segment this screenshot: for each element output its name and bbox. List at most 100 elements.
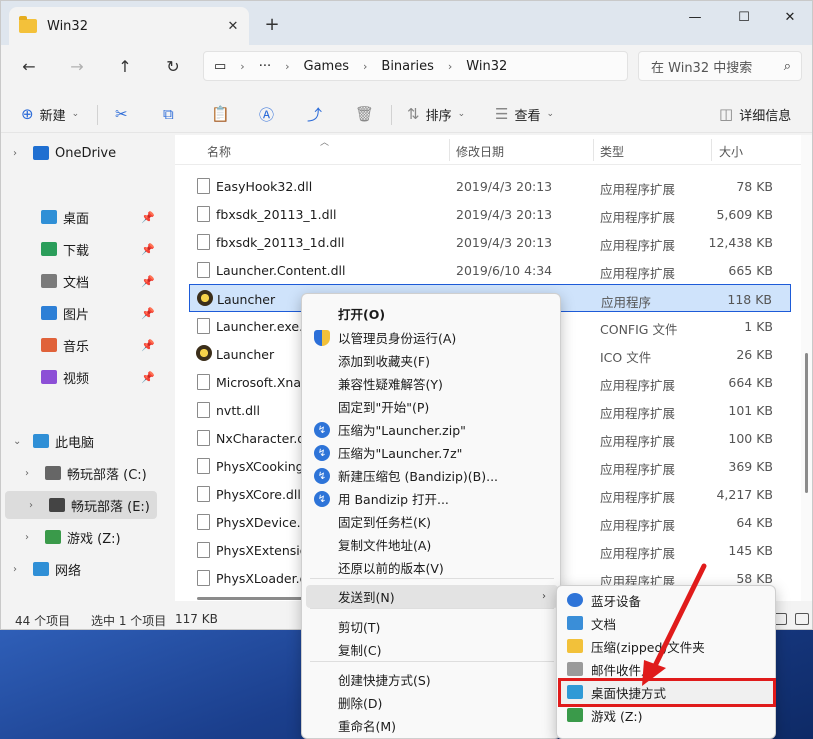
file-row[interactable]: Launcher.Content.dll 2019/6/10 4:34 应用程序扩展… (189, 256, 791, 284)
column-type[interactable]: 类型 (600, 143, 624, 160)
send-to-item[interactable]: 桌面快捷方式 (558, 678, 776, 707)
tiles-view-icon[interactable] (795, 613, 809, 625)
cut-button[interactable]: ✂ (115, 101, 134, 127)
context-menu-item[interactable]: 固定到任务栏(K) (306, 510, 558, 533)
up-arrow-icon[interactable]: ↑ (111, 53, 139, 79)
sidebar-item[interactable]: 视频 📌 (1, 363, 161, 391)
minimize-button[interactable]: — (676, 5, 714, 29)
chevron-icon[interactable]: › (13, 148, 27, 159)
send-to-item[interactable]: 邮件收件人 (561, 658, 773, 681)
sidebar-item-label: 桌面 (63, 211, 90, 227)
context-menu-item[interactable]: ↯ 压缩为"Launcher.7z" (306, 441, 558, 464)
context-menu-item[interactable]: ↯ 新建压缩包 (Bandizip)(B)... (306, 464, 558, 487)
address-bar[interactable]: ▭ › ··· › Games › Binaries › Win32 (203, 51, 628, 81)
file-row[interactable]: fbxsdk_20113_1d.dll 2019/4/3 20:13 应用程序扩展 1… (189, 228, 791, 256)
item-count: 44 个项目 (15, 614, 71, 628)
chevron-down-icon: ⌄ (71, 109, 80, 119)
file-type: 应用程序扩展 (600, 238, 676, 253)
app-icon (197, 290, 213, 306)
rename-button[interactable]: Ⓐ (259, 101, 280, 127)
context-menu-item[interactable]: 发送到(N) › (306, 585, 558, 608)
sidebar-item[interactable]: › 网络 (1, 555, 161, 583)
context-menu-item[interactable]: 删除(D) (306, 691, 558, 714)
forward-arrow-icon[interactable]: → (63, 53, 91, 79)
sidebar-item[interactable]: 音乐 📌 (1, 331, 161, 359)
new-tab-button[interactable]: + (261, 13, 283, 35)
column-size[interactable]: 大小 (719, 143, 743, 160)
sidebar-item[interactable]: › OneDrive (1, 139, 161, 167)
view-button[interactable]: ☰ 查看 ⌄ (495, 101, 554, 127)
share-button[interactable]: ⤴ (307, 101, 328, 127)
search-input[interactable]: 在 Win32 中搜索 ⌕ (638, 51, 802, 81)
shield-icon (314, 330, 330, 346)
sidebar-item[interactable]: › 畅玩部落 (C:) (1, 459, 161, 487)
send-to-item[interactable]: 蓝牙设备 (561, 589, 773, 612)
menu-item-label: 创建快捷方式(S) (338, 673, 431, 688)
file-name: PhysXCore.dll (216, 487, 301, 502)
file-name: Launcher (217, 292, 276, 307)
file-type: 应用程序扩展 (600, 518, 676, 533)
chevron-icon[interactable]: ⌄ (13, 436, 27, 447)
send-to-item[interactable]: 游戏 (Z:) (561, 704, 773, 727)
chevron-icon[interactable]: › (25, 532, 39, 543)
search-placeholder: 在 Win32 中搜索 (651, 60, 753, 76)
context-menu-item[interactable]: 打开(O) (306, 302, 558, 325)
copy-button[interactable]: ⧉ (163, 101, 180, 127)
sidebar-item[interactable]: 桌面 📌 (1, 203, 161, 231)
sidebar-item[interactable]: 下载 📌 (1, 235, 161, 263)
breadcrumb-games[interactable]: Games (304, 59, 349, 74)
sidebar-item[interactable]: 文档 📌 (1, 267, 161, 295)
context-menu-item[interactable]: 固定到"开始"(P) (306, 395, 558, 418)
clipboard-icon: 📋 (211, 105, 230, 123)
sidebar-item[interactable]: › 游戏 (Z:) (1, 523, 161, 551)
network-icon (33, 562, 49, 576)
chevron-icon[interactable]: › (25, 468, 39, 479)
details-pane-button[interactable]: ◫ 详细信息 (719, 101, 791, 127)
refresh-icon[interactable]: ↻ (159, 53, 187, 79)
selection-size: 117 KB (175, 612, 218, 626)
breadcrumb-ellipsis[interactable]: ··· (259, 59, 271, 74)
context-menu-item[interactable]: 兼容性疑难解答(Y) (306, 372, 558, 395)
tab-win32[interactable]: Win32 ✕ (9, 7, 249, 45)
file-row[interactable]: EasyHook32.dll 2019/4/3 20:13 应用程序扩展 78 KB (189, 172, 791, 200)
chevron-icon[interactable]: › (29, 500, 43, 511)
send-to-item[interactable]: 文档 (561, 612, 773, 635)
navigation-pane: › OneDrive 桌面 📌 下载 📌 文档 📌 图片 📌 音乐 📌 视频 📌 ⌄ 此电脑 › 畅玩部落 (C:… (1, 135, 167, 599)
file-name: EasyHook32.dll (216, 179, 313, 194)
context-menu-item[interactable]: 还原以前的版本(V) (306, 556, 558, 579)
context-menu-item[interactable]: 以管理员身份运行(A) (306, 326, 558, 349)
breadcrumb-win32[interactable]: Win32 (466, 59, 507, 74)
scroll-thumb[interactable] (197, 597, 307, 600)
send-to-item[interactable]: 压缩(zipped)文件夹 (561, 635, 773, 658)
scroll-thumb[interactable] (805, 353, 808, 493)
breadcrumb-binaries[interactable]: Binaries (381, 59, 433, 74)
sort-button[interactable]: ⇅ 排序 ⌄ (407, 101, 465, 127)
new-button[interactable]: ⊕ 新建 ⌄ (21, 101, 79, 127)
context-menu-item[interactable]: ↯ 压缩为"Launcher.zip" (306, 418, 558, 441)
vertical-scrollbar[interactable] (801, 135, 812, 601)
sidebar-item[interactable]: ⌄ 此电脑 (1, 427, 161, 455)
file-icon (197, 458, 210, 474)
sidebar-item[interactable]: › 畅玩部落 (E:) (5, 491, 157, 519)
paste-button[interactable]: 📋 (211, 101, 236, 127)
context-menu-item[interactable]: 剪切(T) (306, 615, 558, 638)
menu-item-label: 压缩为"Launcher.zip" (338, 423, 466, 438)
close-window-button[interactable]: ✕ (771, 5, 809, 29)
context-menu-item[interactable]: ↯ 用 Bandizip 打开... (306, 487, 558, 510)
delete-button[interactable]: 🗑 (355, 101, 380, 127)
file-icon (197, 374, 210, 390)
chevron-icon[interactable]: › (13, 564, 27, 575)
column-name[interactable]: 名称 (207, 143, 231, 160)
sidebar-item[interactable]: 图片 📌 (1, 299, 161, 327)
file-row[interactable]: fbxsdk_20113_1.dll 2019/4/3 20:13 应用程序扩展 5,… (189, 200, 791, 228)
close-tab-icon[interactable]: ✕ (223, 16, 243, 36)
context-menu-item[interactable]: 复制文件地址(A) (306, 533, 558, 556)
context-menu-item[interactable]: 创建快捷方式(S) (306, 668, 558, 691)
file-icon (197, 430, 210, 446)
maximize-button[interactable]: ☐ (725, 5, 763, 29)
context-menu-item[interactable]: 重命名(M) (306, 714, 558, 737)
context-menu-item[interactable]: 复制(C) (306, 638, 558, 661)
column-date[interactable]: 修改日期 (456, 143, 504, 160)
context-menu-item[interactable]: 添加到收藏夹(F) (306, 349, 558, 372)
back-arrow-icon[interactable]: ← (15, 53, 43, 79)
